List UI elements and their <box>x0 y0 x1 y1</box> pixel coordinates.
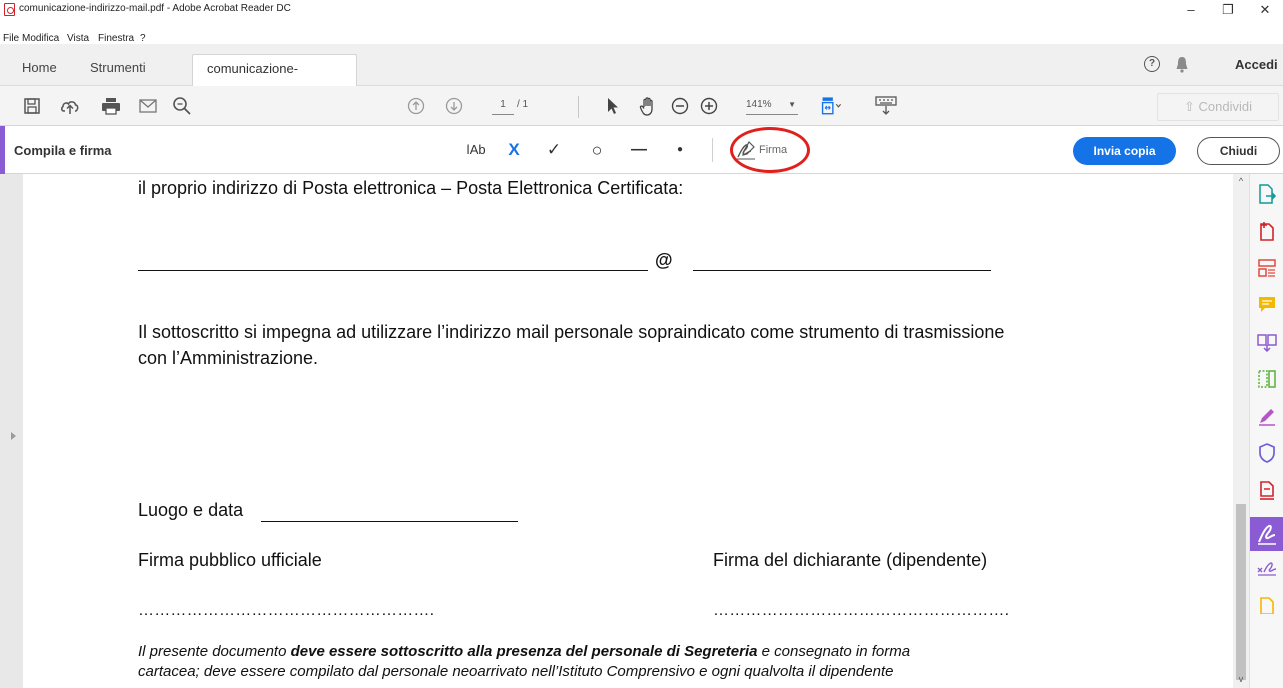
vertical-scrollbar[interactable]: ^ v <box>1233 174 1249 688</box>
bell-icon[interactable] <box>1175 56 1189 73</box>
restore-button[interactable]: ❐ <box>1210 0 1246 20</box>
scroll-thumb[interactable] <box>1236 504 1246 680</box>
share-label: Condividi <box>1198 99 1252 114</box>
page-total: / 1 <box>517 99 529 110</box>
doc-note-c: e consegnato in forma <box>757 643 911 660</box>
doc-dots-right: ………………………………………………. <box>713 602 1010 619</box>
title-bar: comunicazione-indirizzo-mail.pdf - Adobe… <box>0 0 1283 20</box>
fill-sign-separator <box>712 138 713 162</box>
fill-sign-label: Compila e firma <box>14 143 112 158</box>
zoom-in-icon[interactable] <box>697 94 721 118</box>
hand-icon[interactable] <box>636 94 660 118</box>
right-tools-panel <box>1249 174 1283 688</box>
upload-cloud-icon[interactable] <box>58 94 82 118</box>
doc-note-a: Il presente documento <box>138 643 291 660</box>
more-tools-icon[interactable] <box>1257 594 1277 614</box>
menu-bar: File Modifica Vista Finestra ? <box>0 20 1283 44</box>
tab-tools[interactable]: Strumenti <box>76 54 160 86</box>
request-signature-icon[interactable] <box>1257 558 1277 578</box>
export-pdf-red-icon[interactable] <box>1257 480 1277 500</box>
left-panel <box>0 174 23 688</box>
fit-page-icon[interactable] <box>820 94 844 118</box>
search-icon[interactable] <box>170 94 194 118</box>
email-local-underline <box>138 270 648 271</box>
toolbar-separator <box>578 96 579 118</box>
circle-tool[interactable]: ○ <box>587 138 607 162</box>
dot-tool[interactable]: ● <box>672 138 688 162</box>
page-number-input[interactable]: 1 <box>492 95 514 115</box>
protect-shield-icon[interactable] <box>1257 443 1277 463</box>
window-title: comunicazione-indirizzo-mail.pdf - Adobe… <box>19 3 291 14</box>
doc-note-bold: deve essere sottoscritto alla presenza d… <box>290 643 758 660</box>
close-window-button[interactable]: ✕ <box>1247 0 1283 20</box>
doc-note-line2: cartacea; deve essere compilato dal pers… <box>138 663 894 680</box>
tab-bar: Home Strumenti comunicazione-indi...× ? … <box>0 44 1283 104</box>
select-cursor-icon[interactable] <box>600 94 624 118</box>
scroll-down-icon[interactable]: v <box>1236 674 1246 684</box>
doc-sig-official: Firma pubblico ufficiale <box>138 550 322 570</box>
doc-place-date: Luogo e data <box>138 500 244 520</box>
document-page: il proprio indirizzo di Posta elettronic… <box>23 174 1233 688</box>
create-pdf-icon[interactable] <box>1257 221 1277 241</box>
close-fill-sign-button[interactable]: Chiudi <box>1197 137 1280 165</box>
scroll-up-icon[interactable]: ^ <box>1236 176 1246 186</box>
expand-panel-icon[interactable] <box>11 432 16 440</box>
page-up-icon[interactable] <box>404 94 428 118</box>
minimize-button[interactable]: – <box>1173 0 1209 20</box>
add-text-tool[interactable]: ǀAb <box>463 138 489 162</box>
doc-email-line: il proprio indirizzo di Posta elettronic… <box>138 178 684 198</box>
highlight-circle-annotation <box>730 127 810 173</box>
acrobat-app-icon <box>4 3 15 16</box>
save-icon[interactable] <box>20 94 44 118</box>
keyboard-icon[interactable] <box>874 94 898 118</box>
chevron-down-icon: ▼ <box>788 100 796 109</box>
doc-paragraph-line2: con l’Amministrazione. <box>138 348 319 368</box>
signin-button[interactable]: Accedi <box>1235 57 1278 72</box>
doc-dots-left: ………………………………………………. <box>138 602 435 619</box>
doc-at-sign: @ <box>655 250 673 270</box>
fill-sign-toolbar: Compila e firma ǀAb X ✓ ○ — ● Firma Invi… <box>0 126 1283 174</box>
tab-document[interactable]: comunicazione-indi...× <box>192 54 357 104</box>
zoom-value: 141% <box>746 99 772 110</box>
doc-sig-declarant: Firma del dichiarante (dipendente) <box>713 550 988 570</box>
check-mark-tool[interactable]: ✓ <box>544 138 564 162</box>
line-tool[interactable]: — <box>627 138 651 162</box>
send-copy-button[interactable]: Invia copia <box>1073 137 1176 165</box>
place-date-underline <box>261 521 518 522</box>
email-icon[interactable] <box>136 94 160 118</box>
cross-mark-tool[interactable]: X <box>505 138 523 162</box>
export-pdf-icon[interactable] <box>1257 184 1277 204</box>
zoom-out-icon[interactable] <box>668 94 692 118</box>
edit-pdf-icon[interactable] <box>1257 369 1277 389</box>
share-icon: ⇧ <box>1184 99 1199 114</box>
email-domain-underline <box>693 270 991 271</box>
comment-icon[interactable] <box>1257 295 1277 315</box>
page-down-icon[interactable] <box>442 94 466 118</box>
help-icon[interactable]: ? <box>1144 56 1160 72</box>
zoom-select[interactable]: 141% ▼ <box>746 95 798 115</box>
share-button[interactable]: ⇧ Condividi <box>1157 93 1279 121</box>
fill-sign-active-icon[interactable] <box>1250 517 1283 551</box>
combine-files-icon[interactable] <box>1257 332 1277 352</box>
main-toolbar: 1 / 1 141% ▼ ⇧ Condividi <box>0 86 1283 126</box>
doc-paragraph-line1: Il sottoscritto si impegna ad utilizzare… <box>138 322 1005 342</box>
print-icon[interactable] <box>99 94 123 118</box>
organize-pages-icon[interactable] <box>1257 258 1277 278</box>
doc-note-line1: Il presente documento deve essere sottos… <box>138 643 910 660</box>
tab-home[interactable]: Home <box>8 54 71 86</box>
fill-sign-accent <box>0 126 5 174</box>
fill-sign-pen-icon[interactable] <box>1257 406 1277 426</box>
